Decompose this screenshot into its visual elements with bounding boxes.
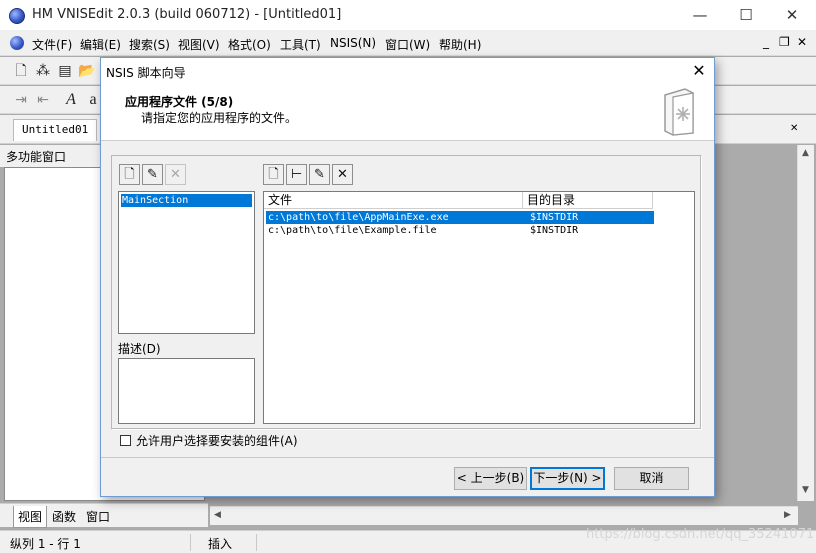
scroll-right-icon[interactable]: ▶ [784,510,791,520]
wizard-icon[interactable]: ⁂ [34,62,52,80]
minimize-button[interactable]: — [677,0,723,30]
dialog-titlebar: NSIS 脚本向导 ✕ [101,58,714,84]
delete-file-button[interactable]: ✕ [332,164,353,185]
menu-bar: 文件(F) 编辑(E) 搜索(S) 视图(V) 格式(O) 工具(T) NSIS… [0,30,816,56]
insert-mode: 插入 [208,537,233,551]
edit-icon: ✎ [314,167,325,182]
next-button[interactable]: 下一步(N) > [530,467,605,490]
vertical-scrollbar[interactable]: ▲ ▼ [797,145,814,501]
menu-view[interactable]: 视图(V) [178,36,220,53]
add-section-button[interactable]: 🗋 [119,164,140,185]
multi-pane-title: 多功能窗口 [6,150,67,164]
menu-file[interactable]: 文件(F) [32,36,72,53]
file-destination: $INSTDIR [530,225,579,236]
add-file-button[interactable]: 🗋 [263,164,284,185]
allow-component-selection-label[interactable]: 允许用户选择要安装的组件(A) [136,432,298,449]
file-path: c:\path\to\file\Example.file [268,225,437,236]
app-titlebar: HM VNISEdit 2.0.3 (build 060712) - [Unti… [0,0,816,30]
scroll-up-icon[interactable]: ▲ [802,148,809,158]
watermark: https://blog.csdn.net/qq_35241071 [586,527,815,542]
add-directory-button[interactable]: ⊢ [286,164,307,185]
description-box[interactable] [118,358,255,424]
cancel-button[interactable]: 取消 [614,467,689,490]
outdent-icon[interactable]: ⇤ [34,91,52,109]
menu-window[interactable]: 窗口(W) [385,36,430,53]
back-button[interactable]: < 上一步(B) [454,467,527,490]
column-header-destination[interactable]: 目的目录 [523,192,653,209]
description-label: 描述(D) [118,342,161,356]
maximize-button[interactable]: ☐ [723,0,769,30]
new-file-icon[interactable]: 🗋 [12,62,30,80]
system-menu-icon[interactable] [10,36,24,50]
edit-section-button[interactable]: ✎ [142,164,163,185]
horizontal-scrollbar[interactable]: ◀ ▶ [210,506,798,525]
menu-edit[interactable]: 编辑(E) [80,36,121,53]
menu-help[interactable]: 帮助(H) [439,36,481,53]
app-title: HM VNISEdit 2.0.3 (build 060712) - [Unti… [32,7,342,22]
file-row[interactable]: c:\path\to\file\AppMainExe.exe $INSTDIR [266,211,654,224]
edit-icon: ✎ [147,167,158,182]
section-list[interactable]: MainSection [118,191,255,334]
dialog-divider [101,457,714,458]
cursor-position: 纵列 1 - 行 1 [10,537,81,551]
dialog-header: 应用程序文件 (5/8) 请指定您的应用程序的文件。 [101,84,714,141]
delete-icon: ✕ [337,167,348,182]
tab-close-icon[interactable]: ✕ [790,123,798,134]
tab-windows[interactable]: 窗口 [83,508,113,525]
status-separator [190,534,191,551]
files-list[interactable]: 文件 目的目录 c:\path\to\file\AppMainExe.exe $I… [263,191,695,424]
font-icon[interactable]: A [62,91,80,109]
tab-functions[interactable]: 函数 [49,508,79,525]
menu-format[interactable]: 格式(O) [228,36,271,53]
menu-nsis[interactable]: NSIS(N) [330,36,376,50]
scroll-left-icon[interactable]: ◀ [214,510,221,520]
column-header-file[interactable]: 文件 [264,192,523,209]
file-row[interactable]: c:\path\to\file\Example.file $INSTDIR [266,224,654,237]
edit-file-button[interactable]: ✎ [309,164,330,185]
page-heading: 应用程序文件 (5/8) [125,95,234,109]
installer-page-icon [664,88,694,136]
indent-icon[interactable]: ⇥ [12,91,30,109]
tab-view[interactable]: 视图 [13,506,48,528]
menu-search[interactable]: 搜索(S) [129,36,170,53]
section-item[interactable]: MainSection [121,194,252,207]
page-subheading: 请指定您的应用程序的文件。 [141,111,298,125]
delete-icon: ✕ [170,167,181,182]
mdi-restore-button[interactable]: ❐ [779,35,790,49]
template-icon[interactable]: ▤ [56,62,74,80]
allow-component-selection-checkbox[interactable] [120,435,131,446]
delete-section-button[interactable]: ✕ [165,164,186,185]
close-button[interactable]: ✕ [769,0,815,30]
nsis-wizard-dialog: NSIS 脚本向导 ✕ 应用程序文件 (5/8) 请指定您的应用程序的文件。 🗋… [100,57,715,497]
document-tab[interactable]: Untitled01 [13,119,98,141]
open-folder-icon[interactable]: 📂 [78,62,96,80]
mdi-minimize-button[interactable]: _ [763,35,769,49]
file-destination: $INSTDIR [530,212,579,223]
dialog-title: NSIS 脚本向导 [106,66,186,80]
new-doc-icon: 🗋 [124,167,135,182]
new-doc-icon: 🗋 [268,167,279,182]
file-path: c:\path\to\file\AppMainExe.exe [268,212,449,223]
mdi-close-button[interactable]: ✕ [797,35,807,49]
dialog-close-button[interactable]: ✕ [687,60,711,82]
tree-icon: ⊢ [290,167,303,182]
multi-pane-tabs: 视图 函数 窗口 [0,503,208,528]
scroll-down-icon[interactable]: ▼ [802,485,809,495]
app-logo-icon [9,8,25,24]
status-separator [256,534,257,551]
menu-tools[interactable]: 工具(T) [280,36,321,53]
